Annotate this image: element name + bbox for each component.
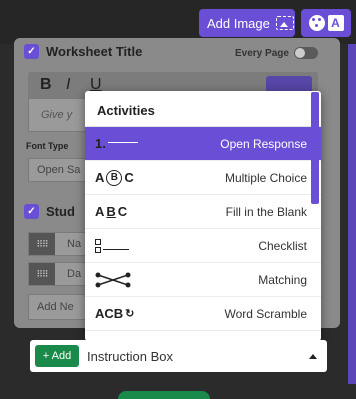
image-icon — [275, 16, 294, 30]
activity-type-select[interactable]: Instruction Box — [87, 349, 173, 364]
activity-option-label: Matching — [258, 272, 307, 287]
font-type-label: Font Type — [26, 141, 69, 151]
dropdown-header: Activities — [85, 91, 321, 127]
activities-dropdown: Activities 1. Open Response ABC Multiple… — [85, 91, 321, 341]
student-section-checkbox[interactable]: ✓ — [24, 204, 39, 219]
dropdown-scrollbar[interactable] — [311, 92, 319, 204]
drag-handle-icon[interactable]: ⠿⠿ — [29, 263, 55, 285]
bold-button[interactable]: B — [40, 76, 52, 94]
palette-icon — [308, 15, 325, 31]
activity-option-checklist[interactable]: Checklist — [85, 229, 321, 263]
right-panel-edge — [348, 44, 356, 384]
add-button[interactable]: + Add — [35, 345, 79, 367]
worksheet-title-row: ✓ Worksheet Title — [24, 44, 142, 59]
word-scramble-icon: ACB ↻ — [95, 306, 135, 321]
activity-option-matching[interactable]: Matching — [85, 263, 321, 297]
font-icon: A — [327, 15, 344, 31]
activity-option-open-response[interactable]: 1. Open Response — [85, 127, 321, 161]
activity-option-label: Checklist — [258, 238, 307, 253]
caret-up-icon[interactable] — [309, 353, 317, 359]
style-button[interactable]: A — [301, 9, 351, 37]
matching-icon — [95, 270, 145, 290]
every-page-toggle[interactable] — [293, 47, 318, 59]
activity-option-fill-blank[interactable]: ABC Fill in the Blank — [85, 195, 321, 229]
student-field-label: Da — [67, 268, 82, 280]
worksheet-title-checkbox[interactable]: ✓ — [24, 44, 39, 59]
add-image-button[interactable]: Add Image — [199, 9, 295, 37]
add-activity-bar: + Add Instruction Box — [30, 340, 327, 372]
numbered-line-icon: 1. — [95, 134, 145, 154]
font-type-select[interactable]: Open Sa — [28, 158, 88, 182]
activity-option-label: Open Response — [220, 136, 307, 151]
checklist-icon — [95, 236, 145, 256]
activity-option-label: Multiple Choice — [224, 170, 307, 185]
student-section-label: Stud — [46, 204, 75, 219]
student-section-row: ✓ Stud — [24, 204, 75, 219]
fill-blank-icon: ABC — [95, 204, 128, 219]
italic-button[interactable]: I — [66, 76, 70, 94]
worksheet-title-label: Worksheet Title — [46, 44, 143, 59]
primary-action-button[interactable] — [118, 391, 210, 399]
activity-option-multiple-choice[interactable]: ABC Multiple Choice — [85, 161, 321, 195]
drag-handle-icon[interactable]: ⠿⠿ — [29, 233, 55, 255]
activity-option-label: Fill in the Blank — [225, 204, 307, 219]
every-page-label: Every Page — [235, 47, 289, 59]
activity-option-label: Word Scramble — [224, 306, 307, 321]
activity-option-word-scramble[interactable]: ACB ↻ Word Scramble — [85, 297, 321, 331]
every-page-row: Every Page — [235, 47, 318, 59]
add-image-label: Add Image — [207, 15, 270, 31]
multiple-choice-icon: ABC — [95, 169, 134, 186]
student-field-label: Na — [67, 238, 82, 250]
